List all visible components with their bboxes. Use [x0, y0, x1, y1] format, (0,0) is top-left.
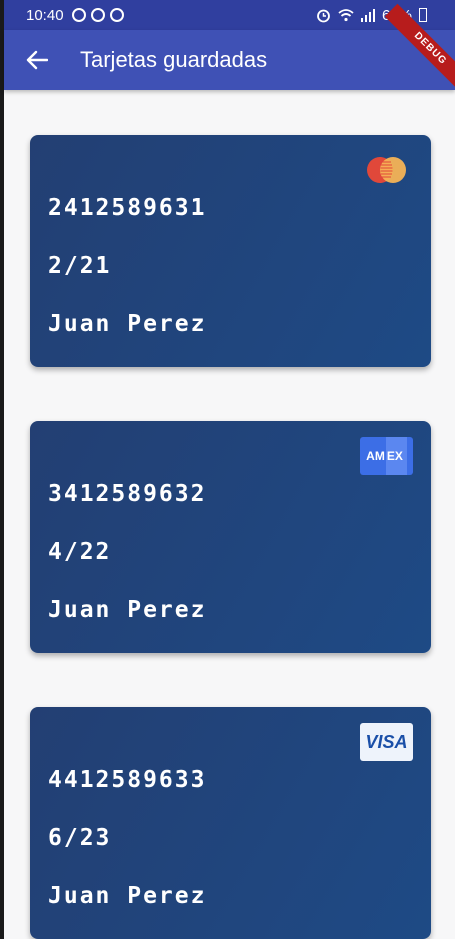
- window-edge: [0, 0, 4, 939]
- saved-card[interactable]: VISA 4412589633 6/23 Juan Perez: [30, 707, 431, 939]
- alarm-icon: [317, 9, 330, 22]
- page-title: Tarjetas guardadas: [80, 47, 268, 72]
- card-number: 3412589632: [48, 481, 207, 507]
- saved-card[interactable]: AM EX 3412589632 4/22 Juan Perez: [30, 421, 431, 653]
- download-icon: [90, 8, 105, 22]
- mastercard-icon: [367, 157, 406, 183]
- whatsapp-icon: [71, 8, 86, 22]
- amex-icon: AM EX: [360, 437, 413, 475]
- status-time: 10:40: [26, 6, 64, 24]
- battery-icon: [419, 8, 427, 22]
- card-expiry: 4/22: [48, 539, 112, 565]
- card-holder: Juan Perez: [48, 883, 207, 909]
- shazam-icon: [109, 8, 124, 22]
- amex-label-left: AM: [366, 449, 385, 463]
- card-holder: Juan Perez: [48, 311, 207, 337]
- amex-label-right: EX: [385, 437, 407, 475]
- app-bar: Tarjetas guardadas DEBUG: [4, 3, 455, 95]
- signal-icon: [360, 8, 375, 22]
- notification-icons: [71, 8, 124, 22]
- card-number: 4412589633: [48, 767, 207, 793]
- back-button[interactable]: [22, 45, 52, 75]
- visa-icon: VISA: [360, 723, 413, 761]
- card-expiry: 6/23: [48, 825, 112, 851]
- wifi-icon: [338, 9, 354, 22]
- saved-card[interactable]: 2412589631 2/21 Juan Perez: [30, 135, 431, 367]
- card-number: 2412589631: [48, 195, 207, 221]
- card-expiry: 2/21: [48, 253, 112, 279]
- arrow-back-icon: [26, 50, 48, 70]
- card-holder: Juan Perez: [48, 597, 207, 623]
